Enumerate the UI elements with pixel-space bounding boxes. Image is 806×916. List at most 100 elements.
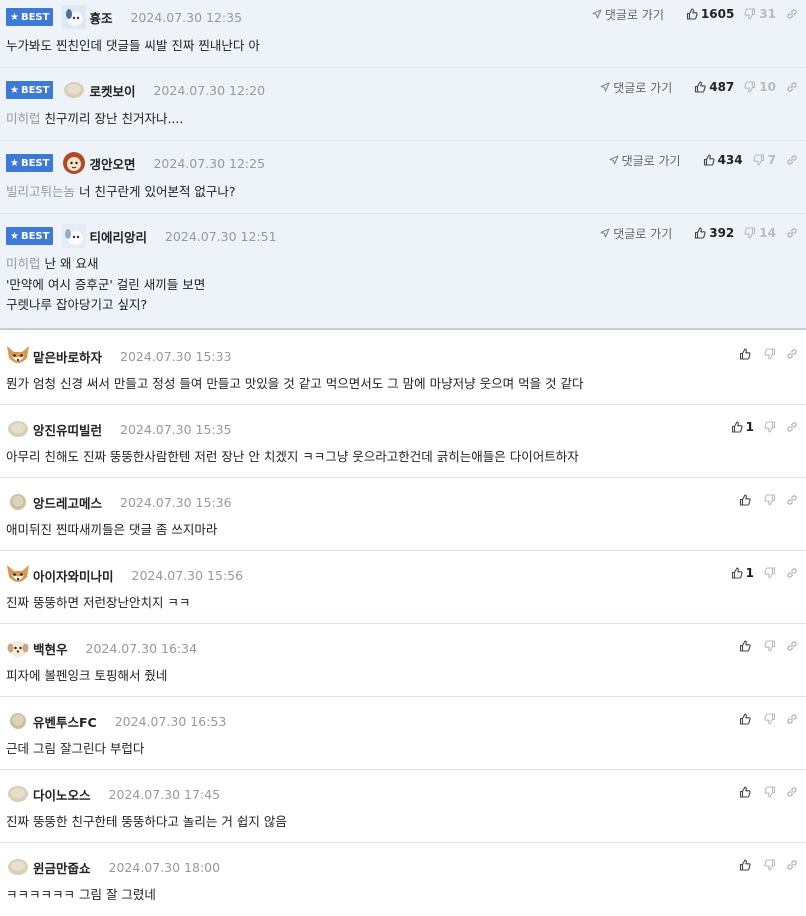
avatar-level-icon[interactable] (6, 855, 30, 879)
nickname[interactable]: 앙드레고메스 (33, 493, 102, 512)
star-icon: ★ (10, 11, 19, 23)
nickname[interactable]: 티에리앙리 (89, 227, 147, 246)
like-button[interactable]: 434 (703, 153, 743, 167)
link-icon (787, 82, 797, 92)
avatar-fox-icon[interactable] (6, 563, 30, 587)
send-icon (600, 82, 610, 92)
share-button[interactable] (786, 227, 798, 239)
comment-date: 2024.07.30 12:25 (153, 155, 266, 171)
share-button[interactable] (786, 348, 798, 360)
nickname[interactable]: 로켓보이 (89, 81, 135, 100)
avatar-lion-icon[interactable] (62, 151, 86, 175)
comment-text: ㅋㅋㅋㅋㅋㅋ 그림 잘 그렸네 (6, 887, 156, 902)
link-icon (787, 495, 797, 505)
share-button[interactable] (786, 567, 798, 579)
avatar-level-icon[interactable] (6, 782, 30, 806)
share-button[interactable] (786, 81, 798, 93)
comment-header: 앙진유띠빌런 2024.07.30 15:35 (6, 417, 232, 441)
like-button[interactable] (739, 713, 754, 725)
dislike-button[interactable]: 7 (753, 153, 776, 167)
avatar-dog-icon[interactable] (6, 636, 30, 660)
thumbs-up-icon (739, 859, 751, 871)
nickname[interactable]: 갱안오면 (89, 154, 135, 173)
dislike-button[interactable] (764, 713, 776, 725)
goto-comment-link[interactable]: 댓글로 가기 (600, 79, 672, 96)
dislike-button[interactable] (764, 494, 776, 506)
nickname[interactable]: 아이자와미나미 (33, 566, 114, 585)
nickname[interactable]: 유벤투스FC (33, 712, 97, 731)
like-button[interactable] (739, 859, 754, 871)
share-button[interactable] (786, 713, 798, 725)
nickname[interactable]: 맡은바로하자 (33, 347, 102, 366)
dislike-button[interactable] (764, 348, 776, 360)
link-icon (787, 9, 797, 19)
thumbs-down-icon (764, 713, 776, 725)
dislike-button[interactable] (764, 421, 776, 433)
best-badge-label: BEST (20, 84, 50, 96)
nickname[interactable]: 윈금만줍쇼 (33, 858, 91, 877)
share-button[interactable] (786, 859, 798, 871)
like-button[interactable]: 392 (694, 226, 734, 240)
best-badge: ★ BEST (6, 8, 54, 26)
share-button[interactable] (786, 640, 798, 652)
like-button[interactable] (739, 640, 754, 652)
share-button[interactable] (786, 494, 798, 506)
dislike-button[interactable]: 14 (744, 226, 776, 240)
avatar-level-icon[interactable] (62, 78, 86, 102)
like-count: 434 (717, 153, 743, 167)
share-button[interactable] (786, 8, 798, 20)
avatar-dog-icon[interactable] (62, 5, 87, 29)
dislike-button[interactable] (764, 640, 776, 652)
comment-item: 앙드레고메스 2024.07.30 15:36 애미뒤진 찐따새끼들은 댓글 좀… (0, 478, 806, 551)
avatar-level-icon[interactable] (6, 417, 30, 441)
share-button[interactable] (786, 421, 798, 433)
avatar-level-icon[interactable] (6, 709, 30, 733)
goto-label: 댓글로 가기 (613, 80, 673, 95)
dislike-button[interactable]: 10 (744, 80, 776, 94)
like-button[interactable]: 487 (694, 80, 734, 94)
thumbs-up-icon (695, 81, 706, 93)
thumbs-down-icon (764, 567, 776, 579)
thumbs-up-icon (731, 567, 743, 579)
comment-header: ★ BEST 로켓보이 2024.07.30 12:20 (6, 78, 265, 102)
nickname[interactable]: 다이노오스 (33, 785, 91, 804)
mention-tag[interactable]: 빌리고튀는놈 (6, 184, 75, 199)
avatar-fox-icon[interactable] (6, 344, 30, 368)
like-button[interactable]: 1605 (686, 7, 734, 21)
goto-comment-link[interactable]: 댓글로 가기 (609, 152, 681, 169)
like-count: 1 (745, 420, 754, 434)
mention-tag[interactable]: 미히럽 (6, 111, 41, 126)
comment-body: ㅋㅋㅋㅋㅋㅋ 그림 잘 그렸네 (6, 885, 156, 906)
comment-actions: 댓글로 가기 487 10 (600, 77, 798, 97)
dislike-button[interactable] (764, 859, 776, 871)
nickname[interactable]: 백현우 (33, 639, 68, 658)
comment-text: 친구끼리 장난 친거자나.... (44, 111, 184, 126)
like-button[interactable] (739, 786, 754, 798)
thumbs-down-icon (764, 786, 776, 798)
like-button[interactable] (739, 494, 754, 506)
like-button[interactable]: 1 (731, 566, 754, 580)
dislike-button[interactable] (764, 786, 776, 798)
goto-comment-link[interactable]: 댓글로 가기 (592, 6, 664, 23)
comment-actions (729, 490, 798, 510)
thumbs-down-icon (744, 227, 756, 239)
avatar-level-icon[interactable] (6, 490, 30, 514)
goto-comment-link[interactable]: 댓글로 가기 (600, 225, 672, 242)
share-button[interactable] (786, 154, 798, 166)
nickname[interactable]: 흉조 (89, 8, 112, 27)
comment-date: 2024.07.30 15:56 (131, 567, 244, 583)
avatar-dog-icon[interactable] (62, 224, 87, 248)
nickname[interactable]: 앙진유띠빌런 (33, 420, 102, 439)
like-button[interactable] (739, 348, 754, 360)
comment-date: 2024.07.30 12:51 (164, 228, 277, 244)
link-icon (787, 349, 797, 359)
thumbs-up-icon (731, 421, 743, 433)
like-button[interactable]: 1 (731, 420, 754, 434)
share-button[interactable] (786, 786, 798, 798)
comment-text: 진짜 뚱뚱한 친구한테 뚱뚱하다고 놀리는 거 쉽지 않음 (6, 814, 287, 829)
dislike-button[interactable] (764, 567, 776, 579)
best-comment: ★ BEST 티에리앙리 2024.07.30 12:51 댓글로 가기 392 … (0, 214, 806, 330)
thumbs-down-icon (744, 81, 756, 93)
dislike-button[interactable]: 31 (744, 7, 776, 21)
mention-tag[interactable]: 미히럽 (6, 256, 41, 271)
